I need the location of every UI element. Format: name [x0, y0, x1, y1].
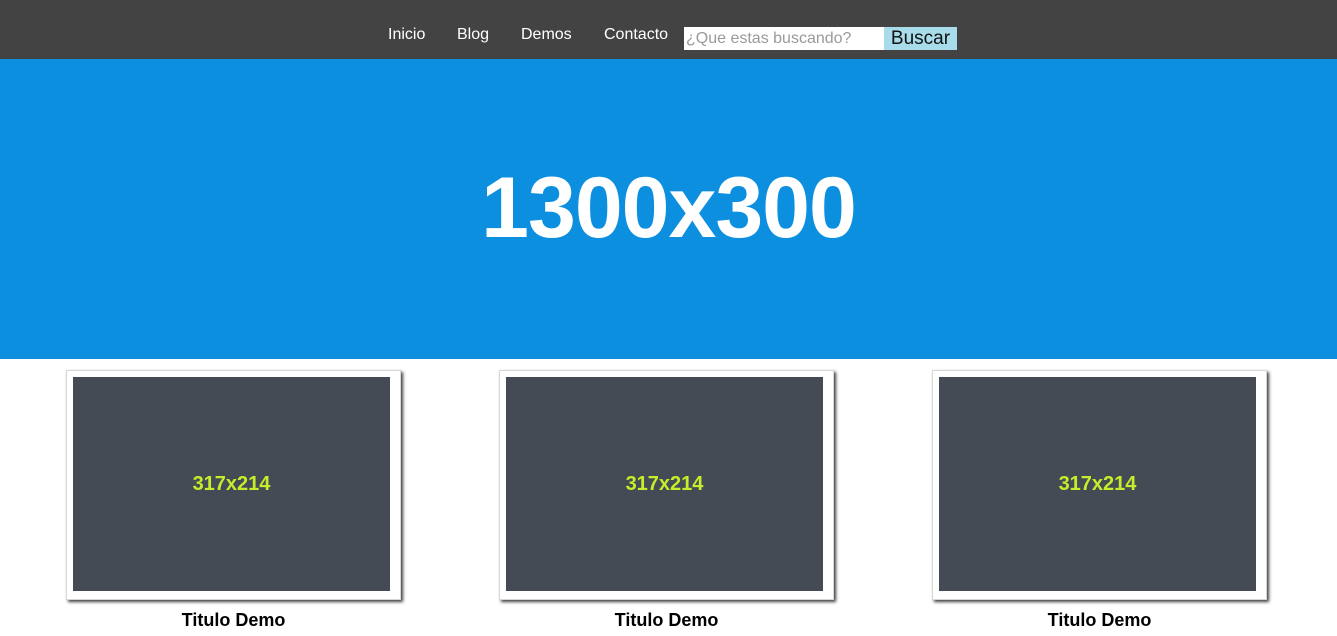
- demo-card[interactable]: 317x214 Titulo Demo: [932, 370, 1267, 631]
- card-image-size-label: 317x214: [1058, 472, 1137, 495]
- card-image-frame: 317x214: [932, 370, 1267, 600]
- demo-card[interactable]: 317x214 Titulo Demo: [66, 370, 401, 631]
- hero-placeholder-text: 1300x300: [481, 159, 857, 256]
- nav-link-blog[interactable]: Blog: [457, 24, 489, 46]
- card-placeholder-image[interactable]: 317x214: [939, 377, 1256, 591]
- nav-link-demos[interactable]: Demos: [521, 24, 572, 46]
- card-image-frame: 317x214: [66, 370, 401, 600]
- card-image-size-label: 317x214: [192, 472, 271, 495]
- card-placeholder-image[interactable]: 317x214: [73, 377, 390, 591]
- hero-banner: 1300x300: [0, 59, 1337, 359]
- nav-link-contacto[interactable]: Contacto: [604, 24, 668, 46]
- card-image-frame: 317x214: [499, 370, 834, 600]
- demo-card[interactable]: 317x214 Titulo Demo: [499, 370, 834, 631]
- card-title[interactable]: Titulo Demo: [499, 609, 834, 631]
- card-title[interactable]: Titulo Demo: [932, 609, 1267, 631]
- nav-link-inicio[interactable]: Inicio: [388, 24, 425, 46]
- search-button[interactable]: Buscar: [884, 27, 957, 50]
- card-title[interactable]: Titulo Demo: [66, 609, 401, 631]
- top-navigation-bar: Inicio Blog Demos Contacto Buscar: [0, 0, 1337, 59]
- card-image-size-label: 317x214: [625, 472, 704, 495]
- card-placeholder-image[interactable]: 317x214: [506, 377, 823, 591]
- search-input[interactable]: [684, 27, 884, 50]
